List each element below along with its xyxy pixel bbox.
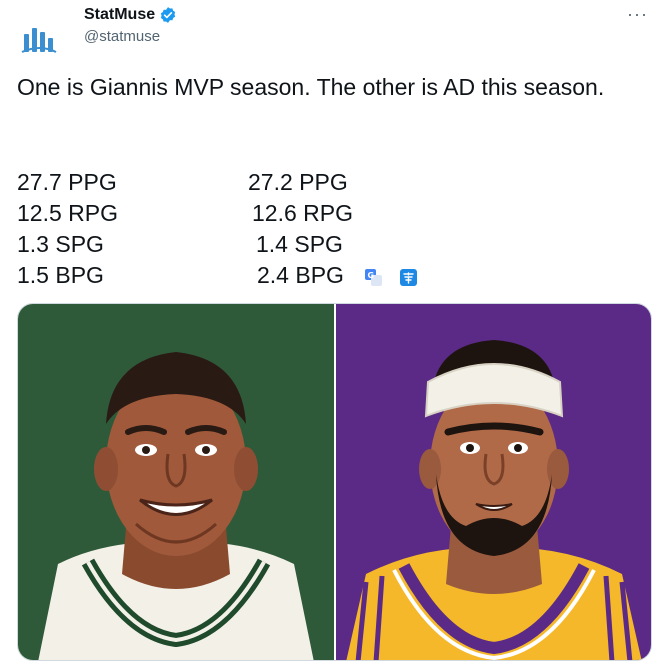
stat-left: 1.3 SPG bbox=[17, 231, 104, 257]
stat-row: 1.3 SPG 1.4 SPG bbox=[17, 229, 657, 260]
translate-icon[interactable] bbox=[400, 269, 417, 286]
stats-block: 27.7 PPG 27.2 PPG 12.5 RPG 12.6 RPG 1.3 … bbox=[17, 167, 657, 291]
tweet-header: StatMuse @statmuse ··· bbox=[0, 0, 666, 60]
anthony-davis-illustration bbox=[336, 304, 651, 660]
stat-left: 12.5 RPG bbox=[17, 200, 118, 226]
stat-row: 1.5 BPG 2.4 BPG bbox=[17, 260, 657, 291]
stat-left: 27.7 PPG bbox=[17, 169, 117, 195]
google-translate-icon[interactable]: G bbox=[365, 269, 382, 286]
stat-row: 27.7 PPG 27.2 PPG bbox=[17, 167, 657, 198]
svg-text:G: G bbox=[368, 271, 375, 280]
more-options-icon[interactable]: ··· bbox=[627, 4, 648, 25]
stat-right: 1.4 SPG bbox=[256, 231, 343, 257]
tweet-media[interactable] bbox=[17, 303, 652, 661]
stat-left: 1.5 BPG bbox=[17, 262, 104, 288]
translate-icons: G bbox=[365, 269, 417, 286]
display-name[interactable]: StatMuse bbox=[84, 6, 155, 24]
stat-right: 12.6 RPG bbox=[252, 200, 353, 226]
giannis-illustration bbox=[18, 304, 334, 660]
verified-badge-icon bbox=[159, 6, 177, 24]
avatar[interactable] bbox=[16, 8, 64, 56]
name-row: StatMuse bbox=[84, 6, 177, 24]
stat-row: 12.5 RPG 12.6 RPG bbox=[17, 198, 657, 229]
stat-right: 2.4 BPG bbox=[257, 262, 344, 288]
tweet-text: One is Giannis MVP season. The other is … bbox=[17, 74, 605, 100]
stat-right: 27.2 PPG bbox=[248, 169, 348, 195]
account-handle[interactable]: @statmuse bbox=[84, 28, 160, 45]
statmuse-logo-icon bbox=[21, 28, 57, 53]
